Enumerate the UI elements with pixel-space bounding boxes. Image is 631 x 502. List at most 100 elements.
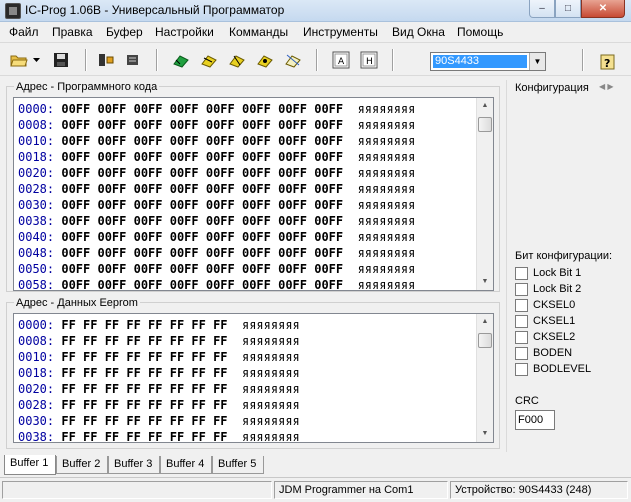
row-ascii[interactable]: яяяяяяяя — [358, 214, 416, 228]
row-values[interactable]: 00FF 00FF 00FF 00FF 00FF 00FF 00FF 00FF — [61, 246, 343, 260]
tab-buffer-5[interactable]: Buffer 5 — [212, 456, 264, 474]
program-row[interactable]: 0010: 00FF 00FF 00FF 00FF 00FF 00FF 00FF… — [18, 133, 415, 149]
program-all-icon[interactable] — [172, 51, 190, 69]
eeprom-row[interactable]: 0030: FF FF FF FF FF FF FF FF яяяяяяяя — [18, 413, 300, 429]
scroll-down-icon[interactable]: ▼ — [477, 426, 493, 442]
tab-buffer-2[interactable]: Buffer 2 — [56, 456, 108, 474]
tab-buffer-1[interactable]: Buffer 1 — [4, 455, 56, 475]
tab-buffer-4[interactable]: Buffer 4 — [160, 456, 212, 474]
menu-commands[interactable]: Комманды — [227, 25, 290, 39]
help-icon[interactable]: ? — [598, 52, 618, 71]
erase-icon[interactable] — [228, 51, 246, 69]
program-row[interactable]: 0008: 00FF 00FF 00FF 00FF 00FF 00FF 00FF… — [18, 117, 415, 133]
eeprom-row[interactable]: 0020: FF FF FF FF FF FF FF FF яяяяяяяя — [18, 381, 300, 397]
checkbox[interactable] — [515, 282, 528, 296]
open-dropdown-arrow-icon[interactable] — [32, 51, 42, 69]
program-row[interactable]: 0038: 00FF 00FF 00FF 00FF 00FF 00FF 00FF… — [18, 213, 415, 229]
row-ascii[interactable]: яяяяяяяя — [242, 430, 300, 444]
eeprom-scrollbar[interactable]: ▲ ▼ — [476, 314, 493, 442]
view-hex-icon[interactable]: H — [360, 51, 378, 69]
program-row[interactable]: 0018: 00FF 00FF 00FF 00FF 00FF 00FF 00FF… — [18, 149, 415, 165]
row-ascii[interactable]: яяяяяяяя — [242, 334, 300, 348]
row-values[interactable]: FF FF FF FF FF FF FF FF — [61, 350, 227, 364]
program-row[interactable]: 0030: 00FF 00FF 00FF 00FF 00FF 00FF 00FF… — [18, 197, 415, 213]
eeprom-row[interactable]: 0038: FF FF FF FF FF FF FF FF яяяяяяяя — [18, 429, 300, 445]
row-ascii[interactable]: яяяяяяяя — [358, 182, 416, 196]
menu-edit[interactable]: Правка — [50, 25, 95, 39]
minimize-button[interactable]: – — [529, 0, 555, 18]
row-ascii[interactable]: яяяяяяяя — [358, 166, 416, 180]
row-values[interactable]: FF FF FF FF FF FF FF FF — [61, 430, 227, 444]
device-select[interactable]: 90S4433 ▼ — [430, 52, 546, 71]
chevron-down-icon[interactable]: ▼ — [529, 53, 545, 70]
program-row[interactable]: 0028: 00FF 00FF 00FF 00FF 00FF 00FF 00FF… — [18, 181, 415, 197]
program-row[interactable]: 0040: 00FF 00FF 00FF 00FF 00FF 00FF 00FF… — [18, 229, 415, 245]
row-values[interactable]: FF FF FF FF FF FF FF FF — [61, 334, 227, 348]
scroll-thumb[interactable] — [478, 117, 492, 132]
row-values[interactable]: 00FF 00FF 00FF 00FF 00FF 00FF 00FF 00FF — [61, 278, 343, 292]
program-hex-view[interactable]: 0000: 00FF 00FF 00FF 00FF 00FF 00FF 00FF… — [13, 97, 494, 293]
scroll-up-icon[interactable]: ▲ — [477, 314, 493, 330]
chip-write-icon[interactable] — [124, 51, 142, 69]
row-ascii[interactable]: яяяяяяяя — [242, 382, 300, 396]
program-scrollbar[interactable]: ▲ ▼ — [476, 98, 493, 290]
row-values[interactable]: 00FF 00FF 00FF 00FF 00FF 00FF 00FF 00FF — [61, 198, 343, 212]
program-row[interactable]: 0000: 00FF 00FF 00FF 00FF 00FF 00FF 00FF… — [18, 101, 415, 117]
menu-tools[interactable]: Инструменты — [301, 25, 380, 39]
config-bit-2[interactable]: CKSEL0 — [515, 298, 575, 312]
program-row[interactable]: 0048: 00FF 00FF 00FF 00FF 00FF 00FF 00FF… — [18, 245, 415, 261]
program-row[interactable]: 0058: 00FF 00FF 00FF 00FF 00FF 00FF 00FF… — [18, 277, 415, 293]
checkbox[interactable] — [515, 298, 528, 312]
scroll-down-icon[interactable]: ▼ — [477, 274, 493, 290]
row-values[interactable]: 00FF 00FF 00FF 00FF 00FF 00FF 00FF 00FF — [61, 166, 343, 180]
menu-file[interactable]: Файл — [7, 25, 41, 39]
row-ascii[interactable]: яяяяяяяя — [358, 262, 416, 276]
checkbox[interactable] — [515, 266, 528, 280]
checkbox[interactable] — [515, 330, 528, 344]
blank-check-icon[interactable] — [284, 51, 302, 69]
checkbox[interactable] — [515, 362, 528, 376]
eeprom-row[interactable]: 0008: FF FF FF FF FF FF FF FF яяяяяяяя — [18, 333, 300, 349]
row-values[interactable]: FF FF FF FF FF FF FF FF — [61, 414, 227, 428]
row-ascii[interactable]: яяяяяяяя — [358, 246, 416, 260]
row-values[interactable]: 00FF 00FF 00FF 00FF 00FF 00FF 00FF 00FF — [61, 182, 343, 196]
row-values[interactable]: FF FF FF FF FF FF FF FF — [61, 382, 227, 396]
config-bit-0[interactable]: Lock Bit 1 — [515, 266, 581, 280]
write-icon[interactable] — [200, 51, 218, 69]
eeprom-row[interactable]: 0010: FF FF FF FF FF FF FF FF яяяяяяяя — [18, 349, 300, 365]
view-ascii-icon[interactable]: A — [332, 51, 350, 69]
eeprom-hex-view[interactable]: 0000: FF FF FF FF FF FF FF FF яяяяяяяя 00… — [13, 313, 494, 445]
scroll-up-icon[interactable]: ▲ — [477, 98, 493, 114]
config-bit-1[interactable]: Lock Bit 2 — [515, 282, 581, 296]
row-values[interactable]: 00FF 00FF 00FF 00FF 00FF 00FF 00FF 00FF — [61, 102, 343, 116]
row-values[interactable]: 00FF 00FF 00FF 00FF 00FF 00FF 00FF 00FF — [61, 134, 343, 148]
row-values[interactable]: 00FF 00FF 00FF 00FF 00FF 00FF 00FF 00FF — [61, 118, 343, 132]
config-bit-4[interactable]: CKSEL2 — [515, 330, 575, 344]
tab-buffer-3[interactable]: Buffer 3 — [108, 456, 160, 474]
menu-buffer[interactable]: Буфер — [104, 25, 145, 39]
row-ascii[interactable]: яяяяяяяя — [358, 198, 416, 212]
eeprom-row[interactable]: 0000: FF FF FF FF FF FF FF FF яяяяяяяя — [18, 317, 300, 333]
row-values[interactable]: 00FF 00FF 00FF 00FF 00FF 00FF 00FF 00FF — [61, 214, 343, 228]
crc-field[interactable]: F000 — [515, 410, 555, 430]
config-bit-6[interactable]: BODLEVEL — [515, 362, 591, 376]
row-ascii[interactable]: яяяяяяяя — [242, 414, 300, 428]
config-bit-5[interactable]: BODEN — [515, 346, 572, 360]
config-bit-3[interactable]: CKSEL1 — [515, 314, 575, 328]
row-values[interactable]: FF FF FF FF FF FF FF FF — [61, 318, 227, 332]
row-ascii[interactable]: яяяяяяяя — [242, 398, 300, 412]
eeprom-row[interactable]: 0018: FF FF FF FF FF FF FF FF яяяяяяяя — [18, 365, 300, 381]
checkbox[interactable] — [515, 314, 528, 328]
row-ascii[interactable]: яяяяяяяя — [242, 350, 300, 364]
row-ascii[interactable]: яяяяяяяя — [358, 150, 416, 164]
menu-view[interactable]: Вид Окна — [390, 25, 447, 39]
checkbox[interactable] — [515, 346, 528, 360]
config-nav-arrows-icon[interactable]: ◀ ▶ — [599, 82, 614, 91]
row-ascii[interactable]: яяяяяяяя — [242, 318, 300, 332]
row-values[interactable]: 00FF 00FF 00FF 00FF 00FF 00FF 00FF 00FF — [61, 230, 343, 244]
open-folder-icon[interactable] — [10, 51, 28, 69]
close-button[interactable]: ✕ — [581, 0, 625, 18]
menu-help[interactable]: Помощь — [455, 25, 505, 39]
row-ascii[interactable]: яяяяяяяя — [358, 102, 416, 116]
eeprom-row[interactable]: 0028: FF FF FF FF FF FF FF FF яяяяяяяя — [18, 397, 300, 413]
